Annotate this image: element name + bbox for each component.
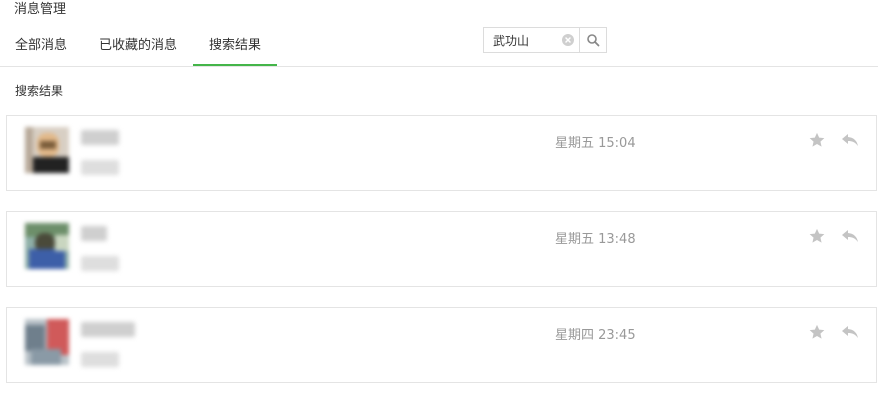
- star-icon[interactable]: [808, 323, 826, 341]
- message-time: 星期五 15:04: [555, 136, 636, 151]
- avatar[interactable]: [25, 223, 69, 269]
- search-box: [483, 27, 607, 53]
- star-icon[interactable]: [808, 227, 826, 245]
- tab-bar: 全部消息 已收藏的消息 搜索结果: [0, 30, 878, 67]
- message-preview: [81, 256, 119, 271]
- message-item[interactable]: 星期五 13:48: [6, 211, 877, 287]
- clear-icon[interactable]: [562, 34, 574, 46]
- avatar[interactable]: [25, 127, 69, 173]
- tab-all-messages[interactable]: 全部消息: [15, 30, 67, 64]
- reply-icon[interactable]: [840, 228, 860, 244]
- reply-icon[interactable]: [840, 324, 860, 340]
- message-item[interactable]: 星期四 23:45: [6, 307, 877, 383]
- message-preview: [81, 160, 119, 175]
- search-button[interactable]: [579, 28, 606, 52]
- page-title: 消息管理: [14, 2, 67, 17]
- sender-name: [81, 226, 107, 241]
- search-icon: [587, 34, 600, 47]
- section-label: 搜索结果: [15, 84, 64, 98]
- reply-icon[interactable]: [840, 132, 860, 148]
- message-item[interactable]: 星期五 15:04: [6, 115, 877, 191]
- message-time: 星期四 23:45: [555, 328, 636, 343]
- message-time: 星期五 13:48: [555, 232, 636, 247]
- tab-search-results[interactable]: 搜索结果: [193, 30, 277, 66]
- avatar[interactable]: [25, 319, 69, 365]
- message-preview: [81, 352, 119, 367]
- star-icon[interactable]: [808, 131, 826, 149]
- tab-starred-messages[interactable]: 已收藏的消息: [99, 30, 177, 64]
- sender-name: [81, 322, 135, 337]
- sender-name: [81, 130, 119, 145]
